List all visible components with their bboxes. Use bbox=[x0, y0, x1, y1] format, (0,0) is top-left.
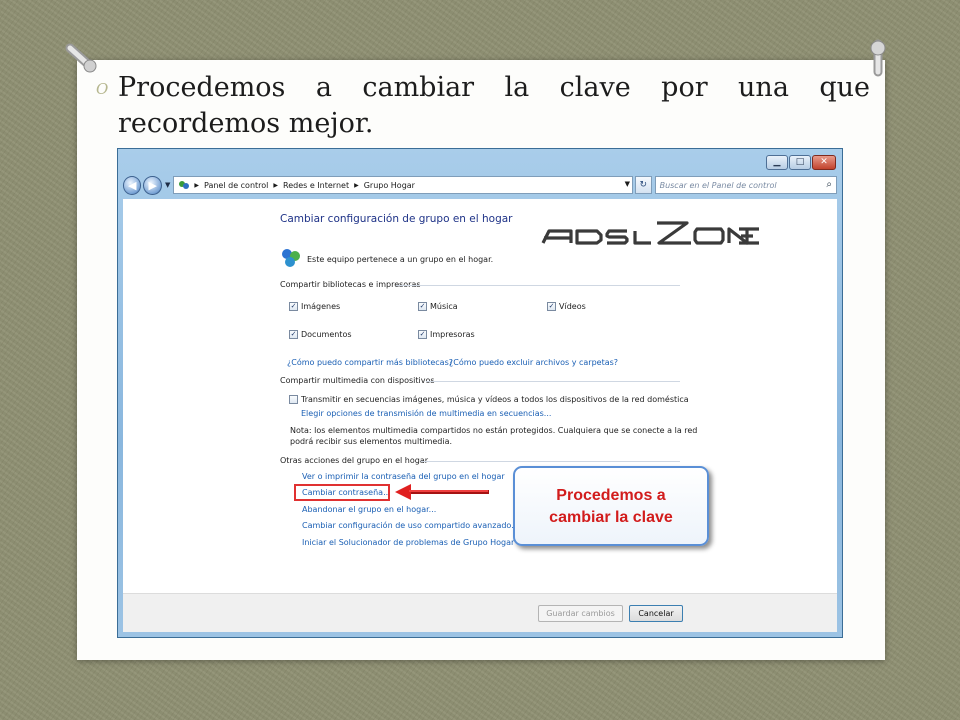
checkbox-box bbox=[289, 395, 298, 404]
breadcrumb-control-panel[interactable]: Panel de control bbox=[204, 181, 268, 190]
checkbox-pictures[interactable]: ✓ Imágenes bbox=[289, 302, 340, 311]
section-divider bbox=[421, 461, 680, 462]
chevron-down-icon[interactable]: ▼ bbox=[625, 180, 630, 188]
chevron-right-icon: ▶ bbox=[194, 181, 199, 189]
adslzone-logo bbox=[541, 221, 759, 245]
checkbox-label: Imágenes bbox=[301, 302, 341, 311]
section-divider bbox=[426, 381, 680, 382]
callout-line2: cambiar la clave bbox=[549, 509, 673, 526]
chevron-right-icon: ▶ bbox=[354, 181, 359, 189]
checkbox-stream-media[interactable]: Transmitir en secuencias imágenes, músic… bbox=[289, 395, 689, 404]
navigation-bar: ◀ ▶ ▼ ▶ Panel de control ▶ Redes e Inter… bbox=[123, 175, 838, 195]
link-view-password[interactable]: Ver o imprimir la contraseña del grupo e… bbox=[302, 472, 505, 481]
back-button[interactable]: ◀ bbox=[123, 175, 142, 195]
minimize-button[interactable]: ▁ bbox=[766, 155, 788, 170]
check-icon: ✓ bbox=[289, 302, 298, 311]
page-title: Cambiar configuración de grupo en el hog… bbox=[280, 213, 513, 225]
membership-text: Este equipo pertenece a un grupo en el h… bbox=[307, 255, 494, 264]
bullet-marker: O bbox=[96, 80, 109, 98]
link-advanced-sharing[interactable]: Cambiar configuración de uso compartido … bbox=[302, 521, 519, 530]
checkbox-videos[interactable]: ✓ Vídeos bbox=[547, 302, 586, 311]
checkbox-label: Música bbox=[430, 302, 458, 311]
command-bar: Guardar cambios Cancelar bbox=[123, 593, 837, 632]
check-icon: ✓ bbox=[289, 330, 298, 339]
chevron-right-icon: ▶ bbox=[273, 181, 279, 189]
homegroup-icon bbox=[282, 249, 300, 267]
search-icon[interactable]: ⌕ bbox=[826, 179, 832, 190]
check-icon: ✓ bbox=[418, 330, 427, 339]
media-section-heading: Compartir multimedia con dispositivos bbox=[280, 376, 435, 385]
arrow-left-icon bbox=[395, 484, 489, 500]
checkbox-label: Transmitir en secuencias imágenes, músic… bbox=[301, 395, 689, 404]
search-placeholder: Buscar en el Panel de control bbox=[659, 181, 777, 190]
save-changes-button[interactable]: Guardar cambios bbox=[538, 605, 623, 622]
maximize-button[interactable]: □ bbox=[789, 155, 811, 170]
search-input[interactable]: Buscar en el Panel de control ⌕ bbox=[654, 176, 838, 194]
note-text-line2: podrá recibir sus elementos multimedia. bbox=[290, 437, 453, 446]
link-exclude-files[interactable]: ¿Cómo puedo excluir archivos y carpetas? bbox=[449, 358, 618, 367]
slide-title: Procedemos a cambiar la clave por una qu… bbox=[118, 72, 870, 103]
link-stream-options[interactable]: Elegir opciones de transmisión de multim… bbox=[301, 409, 551, 418]
breadcrumb-network-internet[interactable]: Redes e Internet bbox=[283, 181, 349, 190]
callout-line1: Procedemos a bbox=[556, 487, 666, 504]
annotation-callout: Procedemos a cambiar la clave bbox=[513, 466, 709, 546]
link-troubleshooter[interactable]: Iniciar el Solucionador de problemas de … bbox=[302, 538, 514, 547]
window-controls: ▁ □ ✕ bbox=[766, 155, 836, 170]
pushpin-icon bbox=[65, 43, 97, 73]
check-icon: ✓ bbox=[547, 302, 556, 311]
checkbox-label: Vídeos bbox=[559, 302, 586, 311]
check-icon: ✓ bbox=[418, 302, 427, 311]
checkbox-printers[interactable]: ✓ Impresoras bbox=[418, 330, 475, 339]
cancel-button[interactable]: Cancelar bbox=[629, 605, 683, 622]
checkbox-label: Documentos bbox=[301, 330, 352, 339]
section-divider bbox=[396, 285, 680, 286]
note-text-line1: Nota: los elementos multimedia compartid… bbox=[290, 426, 698, 435]
recent-pages-dropdown[interactable]: ▼ bbox=[165, 181, 170, 189]
link-leave-homegroup[interactable]: Abandonar el grupo en el hogar... bbox=[302, 505, 436, 514]
close-button[interactable]: ✕ bbox=[812, 155, 836, 170]
change-password-highlight bbox=[294, 484, 390, 501]
checkbox-music[interactable]: ✓ Música bbox=[418, 302, 458, 311]
link-share-more-libraries[interactable]: ¿Cómo puedo compartir más bibliotecas? bbox=[287, 358, 453, 367]
refresh-button[interactable]: ↻ bbox=[635, 176, 652, 194]
other-actions-heading: Otras acciones del grupo en el hogar bbox=[280, 456, 429, 465]
breadcrumb-homegroup[interactable]: Grupo Hogar bbox=[364, 181, 415, 190]
address-bar[interactable]: ▶ Panel de control ▶ Redes e Internet ▶ … bbox=[173, 176, 634, 194]
control-panel-icon bbox=[179, 181, 190, 189]
forward-button[interactable]: ▶ bbox=[143, 175, 162, 195]
checkbox-label: Impresoras bbox=[430, 330, 475, 339]
slide-title-continued: recordemos mejor. bbox=[118, 108, 374, 139]
checkbox-documents[interactable]: ✓ Documentos bbox=[289, 330, 352, 339]
